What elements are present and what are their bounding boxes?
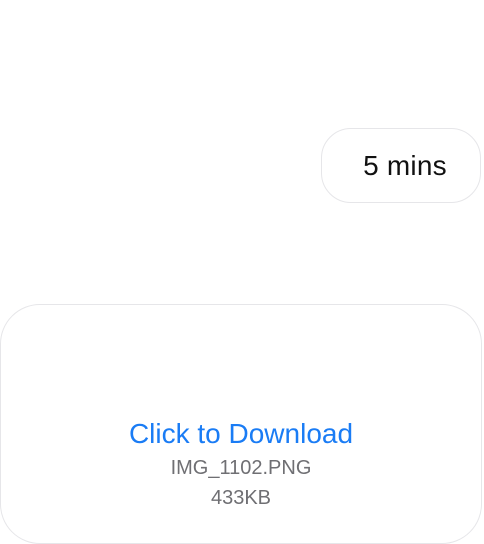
attachment-bubble: Click to Download IMG_1102.PNG 433KB [0, 304, 482, 544]
message-bubble-time: 5 mins [321, 128, 481, 203]
download-link[interactable]: Click to Download [129, 417, 353, 451]
chat-transcript: 5 mins Click to Download IMG_1102.PNG 43… [0, 0, 484, 544]
attachment-body: Click to Download IMG_1102.PNG 433KB [1, 417, 481, 513]
file-size: 433KB [210, 487, 272, 509]
file-name: IMG_1102.PNG [170, 457, 312, 479]
message-text: 5 mins [363, 149, 447, 181]
